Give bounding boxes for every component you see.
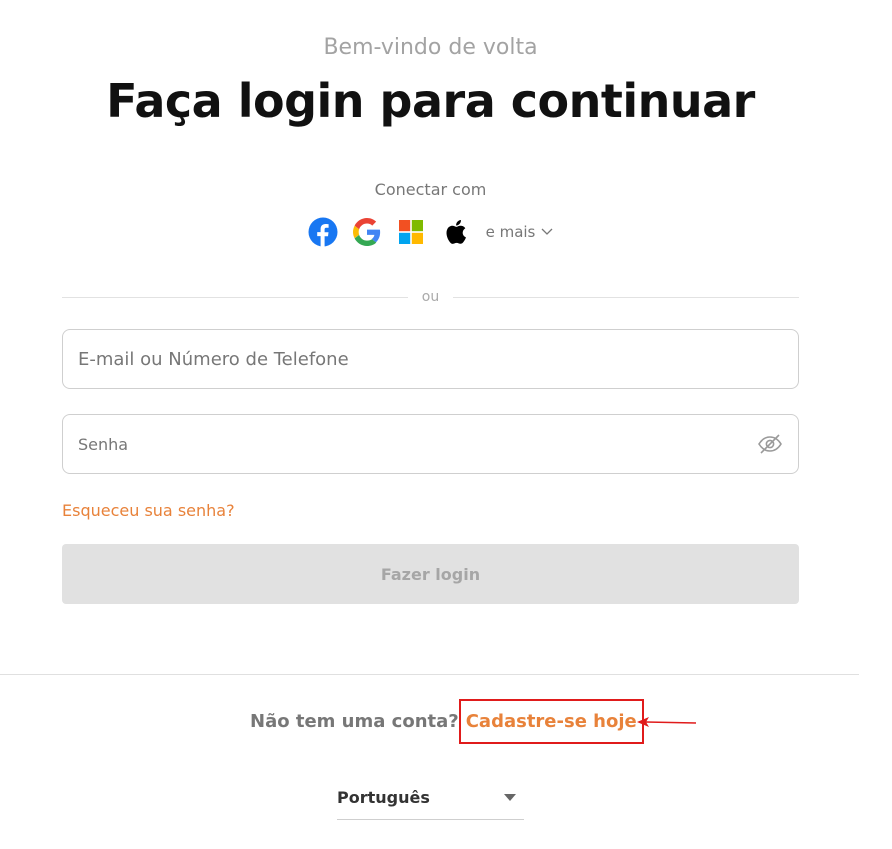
more-options-button[interactable]: e mais bbox=[486, 223, 554, 241]
email-input[interactable] bbox=[78, 348, 783, 370]
page-title: Faça login para continuar bbox=[106, 74, 755, 128]
connect-label: Conectar com bbox=[374, 180, 487, 199]
signup-question: Não tem uma conta? bbox=[250, 711, 459, 732]
forgot-password-link[interactable]: Esqueceu sua senha? bbox=[62, 501, 235, 520]
apple-icon bbox=[446, 220, 466, 244]
login-button[interactable]: Fazer login bbox=[62, 544, 799, 604]
microsoft-login-button[interactable] bbox=[396, 216, 426, 248]
language-selected: Português bbox=[337, 787, 430, 807]
more-options-label: e mais bbox=[485, 223, 536, 241]
annotation-arrow-icon bbox=[637, 717, 697, 727]
facebook-login-button[interactable] bbox=[308, 216, 338, 248]
microsoft-icon bbox=[398, 220, 423, 244]
language-selector[interactable]: Português bbox=[337, 775, 524, 820]
google-login-button[interactable] bbox=[352, 216, 382, 248]
eye-off-icon bbox=[757, 434, 782, 454]
divider-text: ou bbox=[421, 289, 440, 305]
divider-line-right bbox=[453, 296, 800, 298]
apple-login-button[interactable] bbox=[440, 216, 470, 248]
or-divider: ou bbox=[62, 288, 800, 306]
toggle-password-visibility-button[interactable] bbox=[756, 430, 783, 458]
facebook-icon bbox=[308, 217, 338, 247]
password-field-container bbox=[62, 414, 799, 474]
signup-link[interactable]: Cadastre-se hoje bbox=[458, 699, 644, 744]
signup-row: Não tem uma conta? Cadastre-se hoje bbox=[250, 699, 644, 744]
email-field-container bbox=[62, 329, 799, 389]
social-login-row: e mais bbox=[0, 216, 861, 248]
divider-line-left bbox=[62, 296, 408, 298]
welcome-text: Bem-vindo de volta bbox=[323, 35, 538, 60]
google-icon bbox=[352, 218, 380, 246]
chevron-down-icon bbox=[541, 228, 553, 235]
section-divider bbox=[0, 674, 859, 675]
caret-down-icon bbox=[504, 793, 516, 801]
password-input[interactable] bbox=[78, 434, 757, 454]
